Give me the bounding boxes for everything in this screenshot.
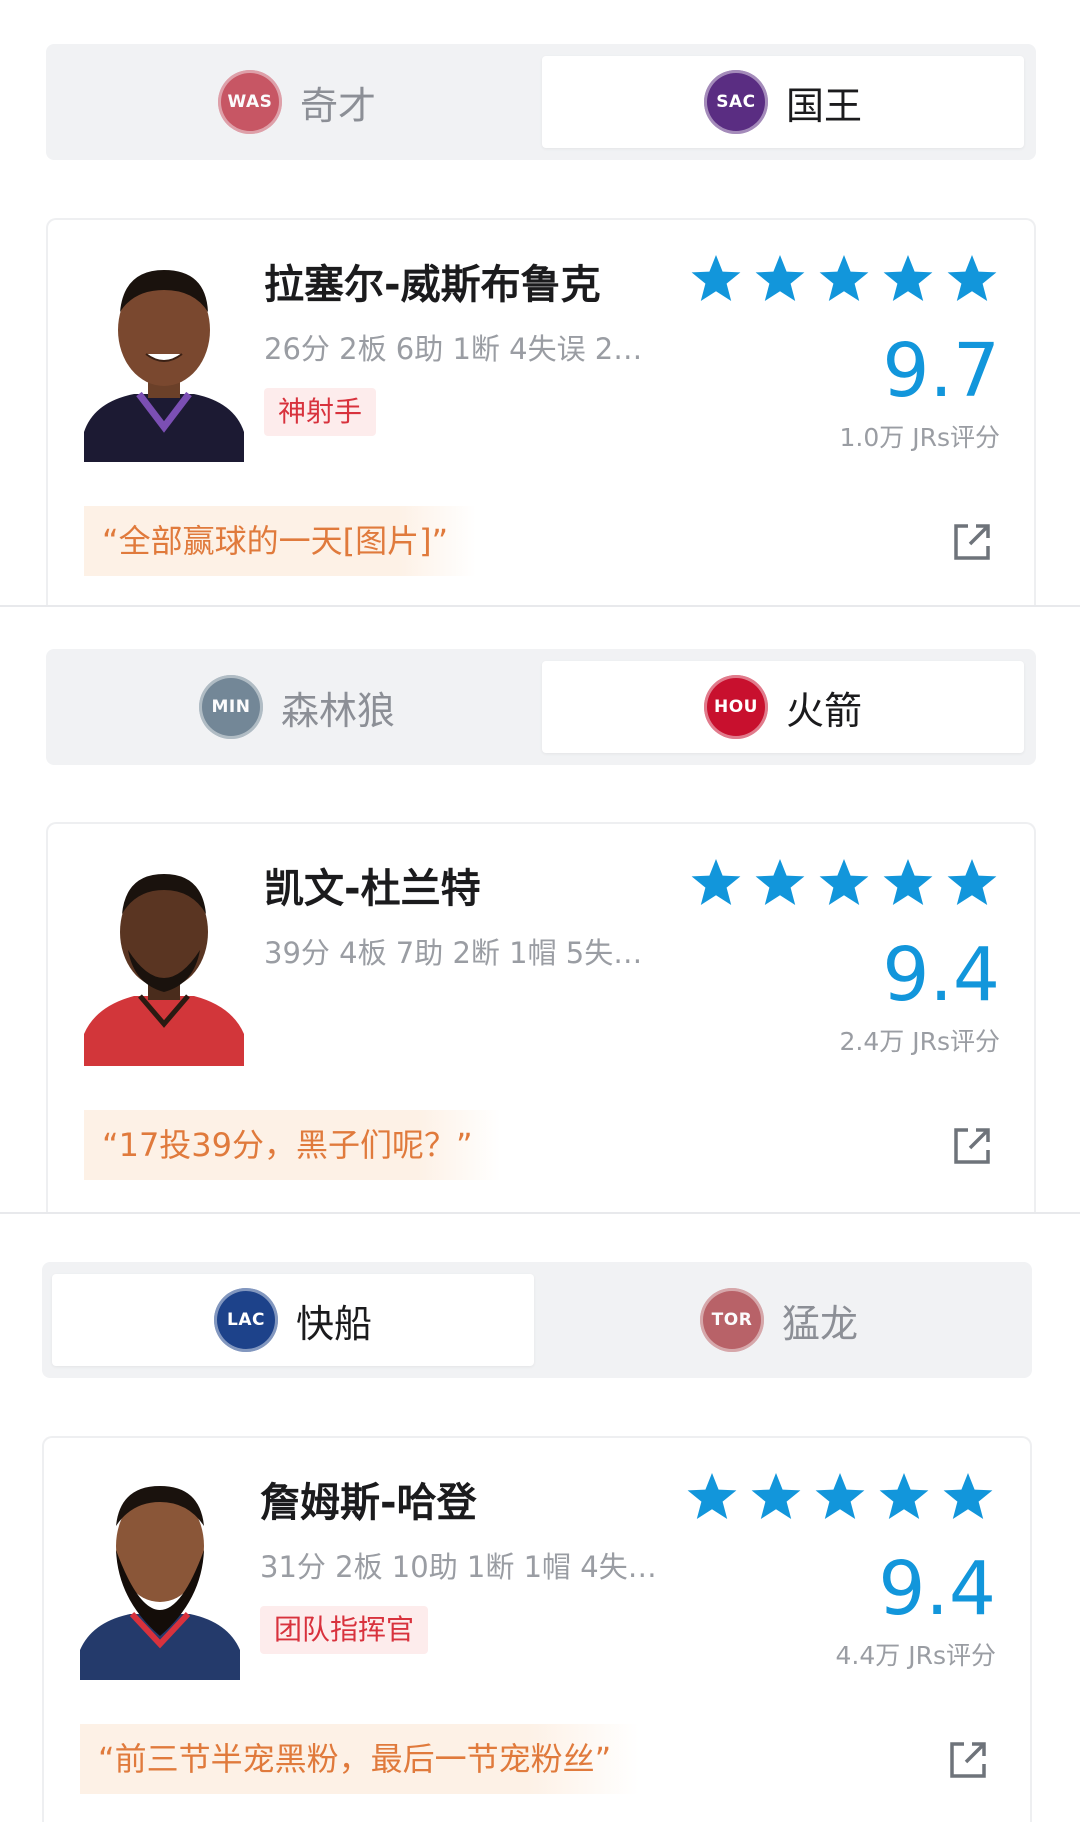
star-icon — [947, 859, 997, 905]
star-icon — [883, 255, 933, 301]
tab-team-home[interactable]: TOR 猛龙 — [538, 1274, 1020, 1366]
rating-score: 9.4 — [882, 932, 1000, 1018]
star-icon — [819, 255, 869, 301]
team-tabs: LAC 快船 TOR 猛龙 — [42, 1262, 1032, 1378]
tab-team-away[interactable]: LAC 快船 — [52, 1274, 534, 1366]
player-badge: 团队指挥官 — [260, 1606, 429, 1654]
team-name: 火箭 — [785, 688, 862, 733]
player-badge: 神射手 — [264, 388, 377, 436]
player-stats: 39分 4板 7助 2断 1帽 5失… — [264, 936, 643, 970]
team-logo-icon: HOU — [703, 675, 768, 739]
star-icon — [815, 1473, 865, 1519]
team-logo-icon: MIN — [198, 675, 263, 739]
rating-score: 9.4 — [878, 1546, 996, 1632]
star-icon — [879, 1473, 929, 1519]
share-icon[interactable] — [950, 520, 994, 564]
team-logo-icon: TOR — [699, 1288, 764, 1352]
player-name: 拉塞尔-威斯布鲁克 — [264, 262, 601, 308]
player-name: 凯文-杜兰特 — [264, 866, 481, 912]
game-section: WAS 奇才 SAC 国王 拉塞尔-威斯布鲁克 26分 2板 6助 1断 4失误… — [0, 0, 1080, 612]
player-stats: 26分 2板 6助 1断 4失误 2… — [264, 332, 643, 366]
tab-team-away[interactable]: WAS 奇才 — [56, 56, 538, 148]
player-avatar — [84, 866, 244, 1066]
tab-team-away[interactable]: MIN 森林狼 — [56, 661, 538, 753]
team-logo-icon: WAS — [217, 70, 282, 134]
rating-score: 9.7 — [882, 328, 1000, 414]
star-icon — [687, 1473, 737, 1519]
star-icon — [755, 859, 805, 905]
player-card[interactable]: 詹姆斯-哈登 31分 2板 10助 1断 1帽 4失… 团队指挥官 9.4 4.… — [42, 1436, 1032, 1822]
share-icon[interactable] — [946, 1738, 990, 1782]
rating-stars — [684, 1470, 996, 1526]
team-name: 快船 — [295, 1301, 372, 1346]
top-comment[interactable]: “全部赢球的一天[图片]” — [84, 506, 477, 576]
star-icon — [691, 859, 741, 905]
player-card[interactable]: 拉塞尔-威斯布鲁克 26分 2板 6助 1断 4失误 2… 神射手 9.7 1.… — [46, 218, 1036, 612]
star-icon — [751, 1473, 801, 1519]
share-icon[interactable] — [950, 1124, 994, 1168]
team-name: 奇才 — [299, 83, 376, 128]
star-icon — [819, 859, 869, 905]
team-name: 森林狼 — [280, 688, 395, 733]
player-stats: 31分 2板 10助 1断 1帽 4失… — [260, 1550, 657, 1584]
rating-stars — [688, 252, 1000, 308]
star-icon — [947, 255, 997, 301]
rating-count: 1.0万 JRs评分 — [839, 423, 1000, 452]
team-tabs: MIN 森林狼 HOU 火箭 — [46, 649, 1036, 765]
ratings-feed: WAS 奇才 SAC 国王 拉塞尔-威斯布鲁克 26分 2板 6助 1断 4失误… — [0, 0, 1080, 1822]
team-logo-icon: LAC — [213, 1288, 278, 1352]
top-comment[interactable]: “前三节半宠黑粉，最后一节宠粉丝” — [80, 1724, 640, 1794]
player-card[interactable]: 凯文-杜兰特 39分 4板 7助 2断 1帽 5失… 9.4 2.4万 JRs评… — [46, 822, 1036, 1216]
rating-stars — [688, 856, 1000, 912]
team-logo-icon: SAC — [703, 70, 768, 134]
player-name: 詹姆斯-哈登 — [260, 1480, 477, 1526]
star-icon — [755, 255, 805, 301]
team-tabs: WAS 奇才 SAC 国王 — [46, 44, 1036, 160]
star-icon — [943, 1473, 993, 1519]
rating-count: 2.4万 JRs评分 — [839, 1027, 1000, 1056]
game-section: LAC 快船 TOR 猛龙 詹姆斯-哈登 31分 2板 10助 1断 1帽 4失… — [0, 1214, 1080, 1822]
team-name: 猛龙 — [781, 1301, 858, 1346]
rating-count: 4.4万 JRs评分 — [835, 1641, 996, 1670]
player-avatar — [84, 262, 244, 462]
player-avatar — [80, 1480, 240, 1680]
star-icon — [883, 859, 933, 905]
game-section: MIN 森林狼 HOU 火箭 凯文-杜兰特 39分 4板 7助 2断 1帽 5失… — [0, 607, 1080, 1216]
top-comment[interactable]: “17投39分，黑子们呢？” — [84, 1110, 501, 1180]
tab-team-home[interactable]: HOU 火箭 — [542, 661, 1024, 753]
team-name: 国王 — [785, 83, 862, 128]
tab-team-home[interactable]: SAC 国王 — [542, 56, 1024, 148]
star-icon — [691, 255, 741, 301]
